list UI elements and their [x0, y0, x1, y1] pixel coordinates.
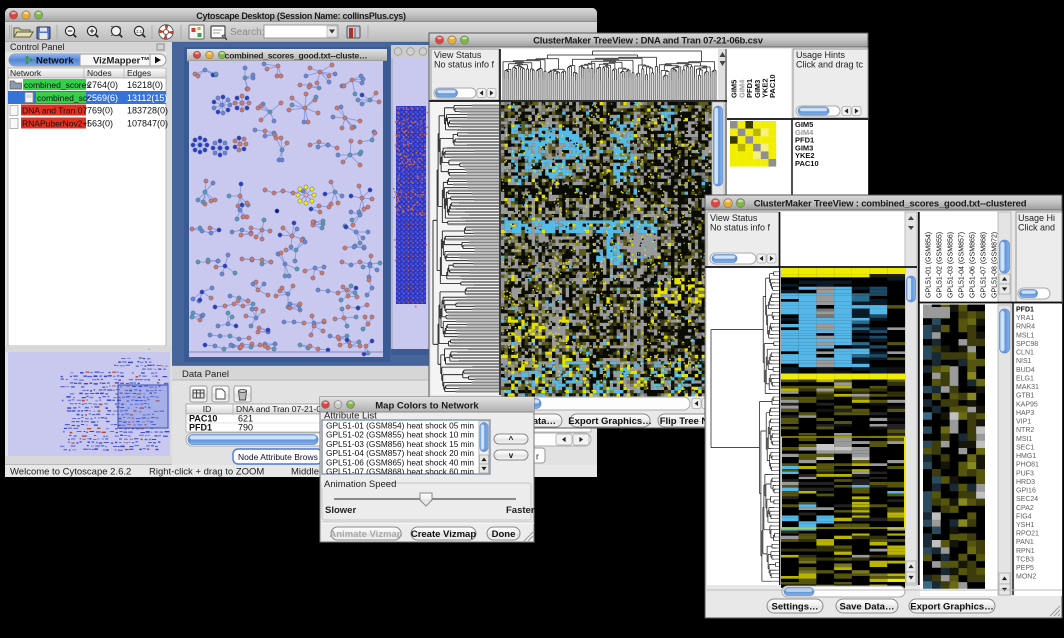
svg-text:GPL51-03 (GSM856): GPL51-03 (GSM856) [948, 232, 955, 298]
svg-text:Export Graphics…: Export Graphics… [910, 601, 993, 612]
svg-text:No status info f: No status info f [434, 60, 495, 70]
svg-text:GPL51-04 (GSM857): GPL51-04 (GSM857) [959, 232, 966, 298]
svg-text:NTR2: NTR2 [1016, 427, 1034, 434]
svg-text:No status info f: No status info f [710, 223, 771, 233]
svg-text:Slower: Slower [325, 505, 356, 516]
svg-text:BUD4: BUD4 [1016, 367, 1035, 374]
svg-text:Cytoscape Desktop (Session Nam: Cytoscape Desktop (Session Name: collins… [196, 11, 406, 21]
svg-text:Flip Tree N: Flip Tree N [660, 416, 709, 427]
svg-text:Control Panel: Control Panel [10, 42, 65, 52]
svg-text:combined_scores_good.txt--clus: combined_scores_good.txt--cluste… [225, 51, 368, 61]
svg-text:MSL1: MSL1 [1016, 332, 1034, 339]
svg-text:RPO21: RPO21 [1016, 531, 1039, 538]
svg-text:PAN1: PAN1 [1016, 539, 1034, 546]
svg-text:GPL51-02 (GSM855): GPL51-02 (GSM855) [937, 232, 944, 298]
svg-text:13112(15): 13112(15) [127, 93, 167, 103]
svg-text:Faster: Faster [506, 505, 535, 516]
svg-text:SPC98: SPC98 [1016, 341, 1038, 348]
svg-text:v: v [509, 451, 514, 460]
svg-text:563(0): 563(0) [87, 119, 113, 129]
svg-text:107847(0): 107847(0) [127, 119, 168, 129]
svg-text:VizMapper™: VizMapper™ [93, 56, 150, 67]
svg-text:183728(0): 183728(0) [127, 106, 168, 116]
svg-text:combined_scores: combined_scores [24, 80, 91, 90]
svg-text:769(0): 769(0) [87, 106, 113, 116]
svg-text:MSI1: MSI1 [1016, 436, 1032, 443]
svg-text:Done: Done [492, 529, 516, 540]
svg-text:Animate Vizmap: Animate Vizmap [329, 529, 402, 540]
svg-text:CLN1: CLN1 [1016, 350, 1034, 357]
svg-text:GPL51-01 (GSM854): GPL51-01 (GSM854) [926, 232, 933, 298]
svg-text:Welcome to Cytoscape 2.6.2: Welcome to Cytoscape 2.6.2 [10, 467, 131, 478]
svg-text:Middle-: Middle- [291, 467, 322, 478]
svg-text:GPI16: GPI16 [1016, 488, 1036, 495]
svg-text:Export Graphics…: Export Graphics… [568, 416, 651, 427]
svg-text:16218(0): 16218(0) [127, 80, 163, 90]
svg-text:combined_sco: combined_sco [37, 93, 92, 103]
svg-text:Nodes: Nodes [87, 68, 112, 78]
svg-text:HAP3: HAP3 [1016, 410, 1034, 417]
svg-text:PFD1: PFD1 [189, 423, 212, 433]
svg-text:Save Data…: Save Data… [840, 601, 895, 612]
svg-text:2764(0): 2764(0) [87, 80, 118, 90]
svg-text:PUF3: PUF3 [1016, 470, 1034, 477]
svg-text:VIP1: VIP1 [1016, 419, 1031, 426]
svg-text:ELG1: ELG1 [1016, 375, 1034, 382]
svg-text:Animation Speed: Animation Speed [324, 479, 396, 490]
svg-text:2569(6): 2569(6) [87, 93, 118, 103]
svg-text:RNAPuberNov2+l: RNAPuberNov2+l [22, 119, 89, 129]
svg-text:PFD1: PFD1 [1016, 307, 1034, 314]
svg-text:RNR4: RNR4 [1016, 324, 1035, 331]
svg-text:Map Colors to Network: Map Colors to Network [375, 401, 479, 412]
svg-text:Data Panel: Data Panel [182, 369, 229, 380]
svg-text:YSH1: YSH1 [1016, 522, 1034, 529]
svg-text:Click and drag tc: Click and drag tc [796, 60, 864, 70]
svg-text:KAP95: KAP95 [1016, 401, 1038, 408]
svg-text:Edges: Edges [127, 68, 151, 78]
svg-text:View Status: View Status [710, 213, 758, 223]
svg-text:NIS1: NIS1 [1016, 358, 1032, 365]
svg-text:DNA and Tran 07-21-06b: DNA and Tran 07-21-06b [236, 404, 331, 414]
svg-text:790: 790 [238, 423, 253, 433]
svg-text:PHO81: PHO81 [1016, 462, 1039, 469]
svg-text:^: ^ [509, 435, 514, 444]
svg-text:Usage Hints: Usage Hints [796, 50, 846, 60]
svg-text:Network: Network [10, 68, 42, 78]
svg-text:Click and: Click and [1018, 223, 1055, 233]
svg-text:ID: ID [203, 404, 212, 414]
svg-text:Right-click + drag to ZOOM: Right-click + drag to ZOOM [149, 467, 264, 478]
svg-text:RPN1: RPN1 [1016, 548, 1035, 555]
svg-text:CPA2: CPA2 [1016, 505, 1034, 512]
svg-text:ClusterMaker TreeView : DNA an: ClusterMaker TreeView : DNA and Tran 07-… [533, 36, 764, 47]
svg-text:SEC1: SEC1 [1016, 444, 1034, 451]
svg-text:Network: Network [36, 56, 74, 67]
svg-text:MON2: MON2 [1016, 574, 1036, 581]
svg-text:GTB1: GTB1 [1016, 393, 1034, 400]
svg-text:HRD3: HRD3 [1016, 479, 1035, 486]
svg-text:MAK31: MAK31 [1016, 384, 1039, 391]
svg-text:Usage Hi: Usage Hi [1018, 213, 1055, 223]
svg-text:PAC10: PAC10 [768, 74, 777, 98]
svg-text:r: r [536, 452, 539, 462]
svg-text:YRA1: YRA1 [1016, 315, 1034, 322]
svg-text:1:1: 1:1 [136, 29, 143, 34]
svg-text:GPL51-07 (GSM868): GPL51-07 (GSM868) [981, 232, 988, 298]
svg-text:View Status: View Status [434, 50, 482, 60]
svg-text:TCB3: TCB3 [1016, 556, 1034, 563]
svg-text:Search:: Search: [230, 27, 264, 38]
svg-text:ClusterMaker TreeView : combin: ClusterMaker TreeView : combined_scores_… [754, 199, 1027, 210]
svg-text:PAC10: PAC10 [795, 159, 819, 168]
svg-text:Create Vizmap: Create Vizmap [411, 529, 476, 540]
svg-text:Settings…: Settings… [772, 601, 819, 612]
svg-text:GPL51-08 (GSM872): GPL51-08 (GSM872) [992, 232, 999, 298]
svg-text:PEP5: PEP5 [1016, 565, 1034, 572]
svg-text:HMG1: HMG1 [1016, 453, 1036, 460]
svg-text:SEC24: SEC24 [1016, 496, 1038, 503]
svg-text:GPL51-06 (GSM865): GPL51-06 (GSM865) [970, 232, 977, 298]
svg-text:DNA and Tran 07: DNA and Tran 07 [22, 106, 87, 116]
svg-text:Node Attribute Brows: Node Attribute Brows [238, 452, 318, 462]
svg-text:FIG4: FIG4 [1016, 513, 1032, 520]
